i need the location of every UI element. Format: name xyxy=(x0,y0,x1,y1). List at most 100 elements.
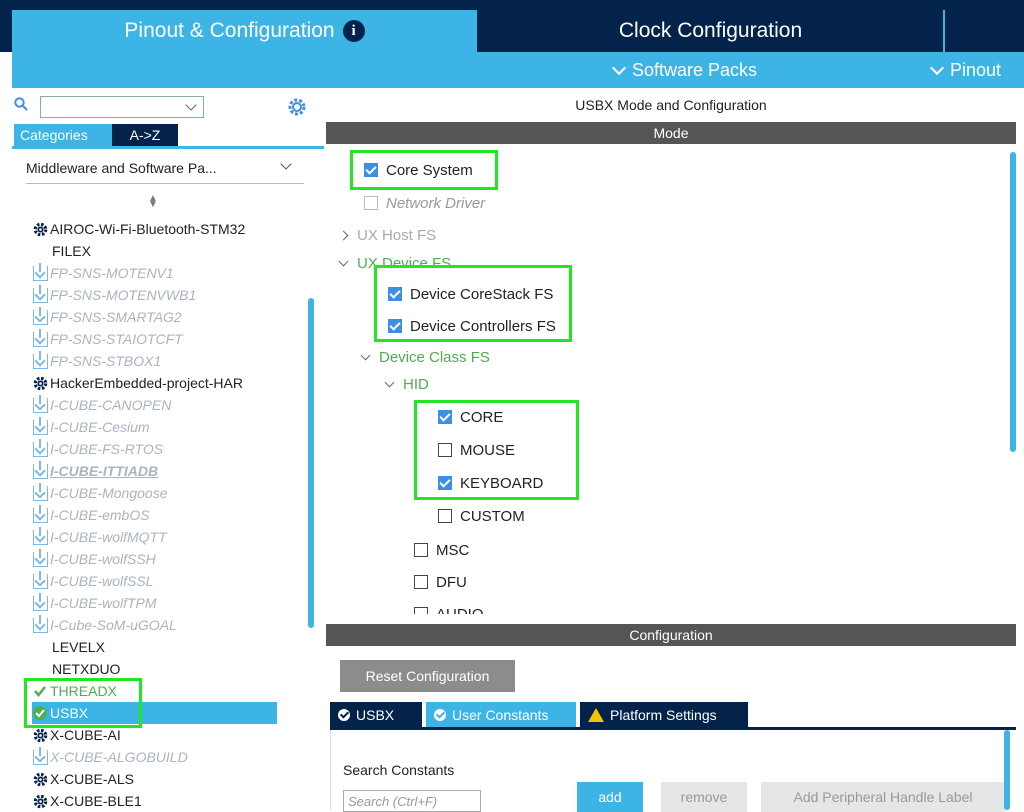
tab-categories[interactable]: Categories xyxy=(14,124,112,146)
main-tab-bar: Pinout & Configuration i Clock Configura… xyxy=(0,10,1024,52)
reset-configuration-button[interactable]: Reset Configuration xyxy=(340,660,515,692)
middleware-item[interactable]: I-CUBE-ITTIADB xyxy=(32,460,302,482)
add-button[interactable]: add xyxy=(577,782,643,812)
add-peripheral-handle-label-button[interactable]: Add Peripheral Handle Label xyxy=(761,782,1005,812)
info-icon[interactable]: i xyxy=(342,20,365,42)
hid-node[interactable]: HID xyxy=(384,373,429,395)
software-packs-menu[interactable]: Software Packs xyxy=(611,60,757,81)
middleware-list: AIROC-Wi-Fi-Bluetooth-STM32 FILEX FP-SNS-M… xyxy=(24,218,302,812)
sort-icon[interactable]: ▲ ▼ xyxy=(148,194,158,210)
ux-host-fs-node[interactable]: UX Host FS xyxy=(338,224,436,246)
dfu-option[interactable]: DFU xyxy=(414,571,467,593)
download-icon xyxy=(32,262,48,281)
middleware-item[interactable]: X-CUBE-BLE1 xyxy=(32,790,302,812)
middleware-item[interactable]: I-CUBE-embOS xyxy=(32,504,302,526)
chevron-down-icon xyxy=(360,350,371,360)
tab-platform-settings[interactable]: Platform Settings xyxy=(580,702,748,727)
middleware-item[interactable]: HackerEmbedded-project-HAR xyxy=(32,372,302,394)
middleware-item-label: FP-SNS-MOTENVWB1 xyxy=(50,287,197,303)
middleware-item[interactable]: FP-SNS-STAIOTCFT xyxy=(32,328,302,350)
chevron-down-icon xyxy=(185,99,197,111)
chevron-down-icon xyxy=(280,158,292,170)
hid-label: HID xyxy=(403,375,429,393)
check-circle-icon xyxy=(338,708,350,721)
msc-option[interactable]: MSC xyxy=(414,539,469,561)
tab-pinout-label: Pinout & Configuration xyxy=(124,19,335,42)
msc-checkbox[interactable] xyxy=(414,543,428,557)
middleware-item[interactable]: I-CUBE-CANOPEN xyxy=(32,394,302,416)
middleware-item[interactable]: I-CUBE-Mongoose xyxy=(32,482,302,504)
user-constants-panel: Search Constants Search (Ctrl+F) add rem… xyxy=(330,730,1016,812)
middleware-item-label: I-CUBE-Mongoose xyxy=(50,485,168,501)
middleware-item-label: FP-SNS-MOTENV1 xyxy=(50,265,174,281)
download-icon xyxy=(32,504,48,523)
chevron-down-icon xyxy=(384,377,395,387)
middleware-item-label: I-Cube-SoM-uGOAL xyxy=(50,617,177,633)
left-scrollbar[interactable] xyxy=(308,298,314,628)
gear-icon[interactable] xyxy=(286,96,308,118)
category-select[interactable]: Middleware and Software Pa... xyxy=(26,156,304,184)
tab-clock-configuration[interactable]: Clock Configuration xyxy=(479,10,942,52)
middleware-item-label: HackerEmbedded-project-HAR xyxy=(50,375,243,391)
middleware-item-label: FILEX xyxy=(52,243,91,259)
middleware-item[interactable]: FP-SNS-STBOX1 xyxy=(32,350,302,372)
middleware-item-label: AIROC-Wi-Fi-Bluetooth-STM32 xyxy=(50,221,246,237)
middleware-item[interactable]: X-CUBE-ALS xyxy=(32,768,302,790)
category-search-combo[interactable] xyxy=(40,96,204,118)
tab-user-constants[interactable]: User Constants xyxy=(426,702,576,727)
middleware-item[interactable]: NETXDUO xyxy=(32,658,302,680)
pinout-menu[interactable]: Pinout xyxy=(929,60,1001,81)
middleware-item[interactable]: I-CUBE-wolfTPM xyxy=(32,592,302,614)
tab-a-z[interactable]: A->Z xyxy=(112,124,178,146)
mode-area: Core System Network Driver UX Host FS UX… xyxy=(326,144,1016,614)
tab-underline xyxy=(12,146,324,149)
search-constants-label: Search Constants xyxy=(343,762,455,778)
audio-checkbox[interactable] xyxy=(414,607,428,614)
audio-option[interactable]: AUDIO xyxy=(414,603,484,614)
download-icon xyxy=(32,570,48,589)
sub-menu-bar: Software Packs Pinout xyxy=(12,52,1024,88)
msc-label: MSC xyxy=(436,541,470,559)
middleware-item[interactable]: X-CUBE-ALGOBUILD xyxy=(32,746,302,768)
hid-custom-label: CUSTOM xyxy=(460,507,525,525)
remove-button[interactable]: remove xyxy=(661,782,747,812)
middleware-item[interactable]: AIROC-Wi-Fi-Bluetooth-STM32 xyxy=(32,218,302,240)
middleware-item[interactable]: FILEX xyxy=(32,240,302,262)
middleware-item-label: I-CUBE-ITTIADB xyxy=(50,463,159,479)
middleware-item[interactable]: FP-SNS-MOTENV1 xyxy=(32,262,302,284)
tab-usbx[interactable]: USBX xyxy=(330,702,422,727)
middleware-item[interactable]: LEVELX xyxy=(32,636,302,658)
dfu-checkbox[interactable] xyxy=(414,575,428,589)
config-scrollbar[interactable] xyxy=(1004,730,1010,810)
tab-pinout-configuration[interactable]: Pinout & Configuration i xyxy=(12,10,477,52)
middleware-item-label: I-CUBE-wolfSSH xyxy=(50,551,156,567)
search-constants-input[interactable]: Search (Ctrl+F) xyxy=(343,790,481,812)
gear-icon xyxy=(32,375,48,391)
middleware-item[interactable]: FP-SNS-SMARTAG2 xyxy=(32,306,302,328)
search-icon xyxy=(14,97,28,111)
middleware-item[interactable]: I-CUBE-wolfSSH xyxy=(32,548,302,570)
tab-usbx-label: USBX xyxy=(356,706,395,723)
mode-scrollbar[interactable] xyxy=(1010,152,1016,452)
hid-custom-checkbox[interactable] xyxy=(438,509,452,523)
middleware-item[interactable]: I-CUBE-FS-RTOS xyxy=(32,438,302,460)
middleware-item[interactable]: I-CUBE-wolfSSL xyxy=(32,570,302,592)
middleware-item[interactable]: I-CUBE-Cesium xyxy=(32,416,302,438)
middleware-item[interactable]: I-Cube-SoM-uGOAL xyxy=(32,614,302,636)
tab-user-constants-label: User Constants xyxy=(452,706,549,723)
middleware-item-label: I-CUBE-wolfTPM xyxy=(50,595,157,611)
device-class-fs-node[interactable]: Device Class FS xyxy=(360,346,490,368)
middleware-item-label: X-CUBE-ALS xyxy=(50,771,135,787)
download-icon xyxy=(32,350,48,369)
category-search-row xyxy=(12,94,324,118)
dfu-label: DFU xyxy=(436,573,467,591)
middleware-item[interactable]: FP-SNS-MOTENVWB1 xyxy=(32,284,302,306)
middleware-item[interactable]: I-CUBE-wolfMQTT xyxy=(32,526,302,548)
middleware-item-label: I-CUBE-Cesium xyxy=(50,419,150,435)
highlight-device-fs xyxy=(374,265,572,342)
middleware-item-label: I-CUBE-FS-RTOS xyxy=(50,441,164,457)
middleware-item-label: X-CUBE-ALGOBUILD xyxy=(50,749,188,765)
hid-custom-option[interactable]: CUSTOM xyxy=(438,505,525,527)
tab-overflow[interactable] xyxy=(946,10,1024,52)
middleware-item-label: NETXDUO xyxy=(52,661,121,677)
